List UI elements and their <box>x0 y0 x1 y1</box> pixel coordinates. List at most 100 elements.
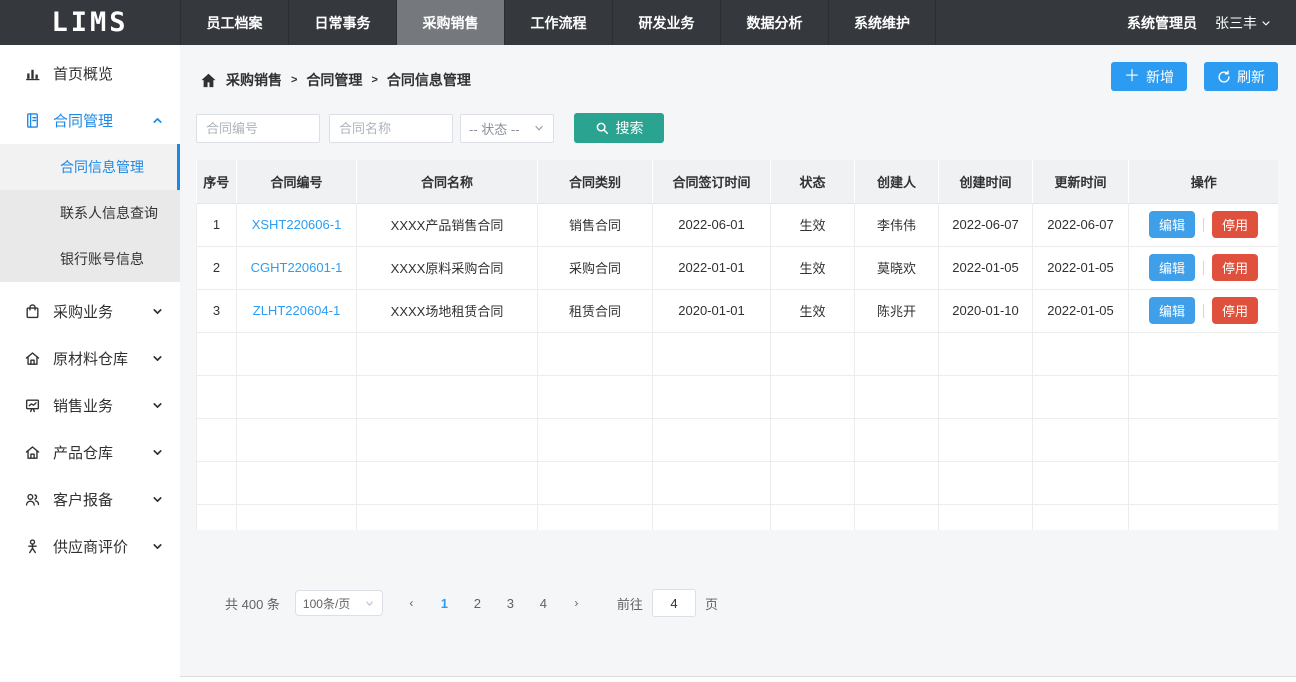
disable-button[interactable]: 停用 <box>1212 211 1258 238</box>
chevron-down-icon <box>364 598 375 609</box>
sidebar-item-purchasing[interactable]: 采购业务 <box>0 288 180 335</box>
sidebar-item-label: 原材料仓库 <box>53 348 128 369</box>
bag-icon <box>24 303 42 321</box>
search-button-label: 搜索 <box>616 118 644 138</box>
cell-created: 2022-01-05 <box>939 246 1033 289</box>
table-header-row: 序号 合同编号 合同名称 合同类别 合同签订时间 状态 创建人 创建时间 更新时… <box>197 160 1279 203</box>
breadcrumb-item[interactable]: 合同信息管理 <box>387 70 471 90</box>
page-unit-label: 页 <box>705 594 718 613</box>
topbar-user-area: 系统管理员 张三丰 <box>1127 0 1296 45</box>
table-row: 1 XSHT220606-1 XXXX产品销售合同 销售合同 2022-06-0… <box>197 203 1279 246</box>
edit-button[interactable]: 编辑 <box>1149 297 1195 324</box>
add-button-label: 新增 <box>1146 67 1174 87</box>
cell-index: 1 <box>197 203 237 246</box>
cell-index: 2 <box>197 246 237 289</box>
action-divider <box>1203 304 1204 318</box>
goto-label: 前往 <box>617 594 643 613</box>
table-empty-row <box>197 418 1279 461</box>
sidebar-item-home-overview[interactable]: 首页概览 <box>0 50 180 97</box>
tab-rnd-business[interactable]: 研发业务 <box>612 0 720 45</box>
sidebar-item-contract-management[interactable]: 合同管理 <box>0 97 180 144</box>
cell-sign-date: 2020-01-01 <box>653 289 771 332</box>
add-button[interactable]: ＋ 新增 <box>1111 62 1187 91</box>
refresh-button-label: 刷新 <box>1237 67 1265 87</box>
refresh-button[interactable]: 刷新 <box>1204 62 1278 91</box>
cell-status: 生效 <box>771 289 855 332</box>
cell-creator: 陈兆开 <box>855 289 939 332</box>
contract-name-input[interactable] <box>329 114 453 143</box>
page-number-4[interactable]: 4 <box>533 596 554 611</box>
sidebar-subitem-contract-info-management[interactable]: 合同信息管理 <box>0 144 180 190</box>
users-icon <box>24 491 42 509</box>
contract-no-input[interactable] <box>196 114 320 143</box>
page-number-2[interactable]: 2 <box>467 596 488 611</box>
tab-system-maintenance[interactable]: 系统维护 <box>828 0 936 45</box>
cell-created: 2020-01-10 <box>939 289 1033 332</box>
tab-staff-archive[interactable]: 员工档案 <box>180 0 288 45</box>
col-header-creator: 创建人 <box>855 160 939 203</box>
sidebar-item-raw-material-warehouse[interactable]: 原材料仓库 <box>0 335 180 382</box>
sidebar-item-product-warehouse[interactable]: 产品仓库 <box>0 429 180 476</box>
cell-contract-name: XXXX场地租赁合同 <box>357 289 538 332</box>
col-header-updated: 更新时间 <box>1033 160 1129 203</box>
page-actions: ＋ 新增 刷新 <box>1111 62 1278 91</box>
prev-page-button[interactable]: ‹ <box>401 596 422 610</box>
user-icon <box>24 538 42 556</box>
tab-purchase-sales[interactable]: 采购销售 <box>396 0 504 45</box>
page-number-3[interactable]: 3 <box>500 596 521 611</box>
chevron-down-icon <box>151 446 164 459</box>
disable-button[interactable]: 停用 <box>1212 297 1258 324</box>
tab-data-analysis[interactable]: 数据分析 <box>720 0 828 45</box>
sidebar-item-label: 供应商评价 <box>53 536 128 557</box>
plus-icon: ＋ <box>1124 69 1140 85</box>
goto-page-input[interactable] <box>652 589 696 617</box>
main-content: 采购销售 > 合同管理 > 合同信息管理 ＋ 新增 刷新 -- 状态 -- <box>180 45 1296 682</box>
sidebar: 首页概览 合同管理 合同信息管理 联系人信息查询 银行账号信息 采购业务 原材料… <box>0 45 180 682</box>
sidebar-item-supplier-evaluation[interactable]: 供应商评价 <box>0 523 180 570</box>
cell-index: 3 <box>197 289 237 332</box>
user-menu[interactable]: 张三丰 <box>1215 13 1272 33</box>
tab-workflow[interactable]: 工作流程 <box>504 0 612 45</box>
table-empty-row <box>197 461 1279 504</box>
total-count-label: 共 400 条 <box>225 594 280 613</box>
edit-button[interactable]: 编辑 <box>1149 254 1195 281</box>
status-select[interactable]: -- 状态 -- <box>460 114 554 143</box>
user-name-label: 张三丰 <box>1215 13 1257 33</box>
sidebar-item-label: 客户报备 <box>53 489 113 510</box>
contract-no-link[interactable]: ZLHT220604-1 <box>253 303 340 318</box>
contract-no-link[interactable]: CGHT220601-1 <box>251 260 343 275</box>
col-header-created: 创建时间 <box>939 160 1033 203</box>
cell-created: 2022-06-07 <box>939 203 1033 246</box>
sidebar-item-sales[interactable]: 销售业务 <box>0 382 180 429</box>
breadcrumb-separator: > <box>291 74 297 86</box>
next-page-button[interactable]: › <box>566 596 587 610</box>
chevron-down-icon <box>1260 17 1272 29</box>
refresh-icon <box>1217 70 1231 84</box>
sidebar-subitem-bank-account-info[interactable]: 银行账号信息 <box>0 236 180 282</box>
sidebar-item-label: 合同管理 <box>53 110 113 131</box>
cell-creator: 李伟伟 <box>855 203 939 246</box>
sidebar-item-customer-report[interactable]: 客户报备 <box>0 476 180 523</box>
breadcrumb-item[interactable]: 合同管理 <box>306 70 362 90</box>
sidebar-item-label: 首页概览 <box>53 63 113 84</box>
filter-bar: -- 状态 -- 搜索 <box>196 113 664 143</box>
col-header-sign-date: 合同签订时间 <box>653 160 771 203</box>
cell-contract-name: XXXX产品销售合同 <box>357 203 538 246</box>
page-size-select[interactable]: 100条/页 <box>295 590 383 616</box>
col-header-contract-name: 合同名称 <box>357 160 538 203</box>
presentation-icon <box>24 397 42 415</box>
action-divider <box>1203 218 1204 232</box>
contract-no-link[interactable]: XSHT220606-1 <box>252 217 342 232</box>
cell-status: 生效 <box>771 246 855 289</box>
disable-button[interactable]: 停用 <box>1212 254 1258 281</box>
user-role-label: 系统管理员 <box>1127 13 1197 33</box>
breadcrumb-item[interactable]: 采购销售 <box>226 70 282 90</box>
pager: ‹ 1 2 3 4 › <box>395 596 593 611</box>
home-icon <box>200 72 217 89</box>
search-button[interactable]: 搜索 <box>574 113 664 143</box>
tab-daily-affairs[interactable]: 日常事务 <box>288 0 396 45</box>
sidebar-subitem-contact-info-query[interactable]: 联系人信息查询 <box>0 190 180 236</box>
edit-button[interactable]: 编辑 <box>1149 211 1195 238</box>
col-header-index: 序号 <box>197 160 237 203</box>
page-number-1[interactable]: 1 <box>434 596 455 611</box>
